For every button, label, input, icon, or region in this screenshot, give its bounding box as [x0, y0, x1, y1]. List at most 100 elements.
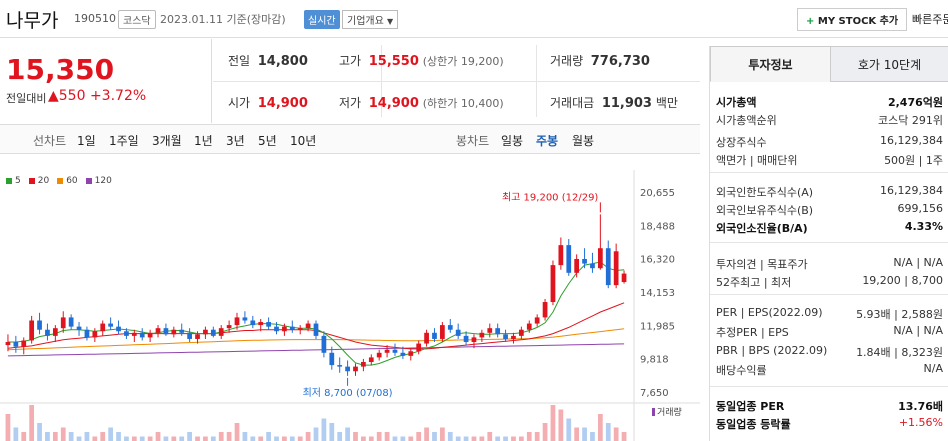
- my-stock-add-button[interactable]: + MY STOCK 추가: [797, 8, 908, 31]
- tab-orderbook[interactable]: 호가 10단계: [830, 46, 948, 82]
- candle-chart-label: 봉차트: [456, 134, 490, 148]
- volume-bar: [234, 423, 240, 441]
- price-summary: 15,350 전일대비 ▲550 +3.72%: [0, 39, 212, 123]
- stock-header: 나무가 190510 코스닥 2023.01.11 기준(장마감) 실시간 기업…: [0, 0, 948, 38]
- volume-bar: [495, 436, 501, 441]
- volume-bar: [368, 436, 374, 441]
- period-monthly[interactable]: 월봉: [572, 132, 594, 149]
- period-10y[interactable]: 10년: [290, 132, 316, 149]
- company-info-label: 기업개요: [347, 16, 384, 27]
- quick-order-link[interactable]: 빠른주문: [912, 11, 948, 27]
- candle-body: [424, 332, 429, 344]
- period-1w[interactable]: 1주일: [109, 132, 139, 149]
- info-tabs: 투자정보 호가 10단계: [710, 46, 948, 82]
- info-row: 외국인보유주식수(B) 699,156: [710, 200, 948, 218]
- candle-body: [408, 351, 414, 356]
- period-1d[interactable]: 1일: [77, 132, 96, 149]
- candle-body: [131, 332, 137, 336]
- volume-bar: [582, 427, 587, 441]
- volume-bar: [455, 436, 461, 441]
- candle-body: [566, 245, 572, 273]
- volume-bar: [147, 436, 153, 441]
- candle-body: [574, 258, 580, 273]
- info-row-label: 동일업종 PER: [716, 400, 785, 413]
- info-row-value: N/A | N/A: [893, 324, 943, 337]
- period-1y[interactable]: 1년: [194, 132, 213, 149]
- candle-body: [621, 273, 627, 283]
- tab-investment-info[interactable]: 투자정보: [710, 46, 831, 82]
- candle-body: [226, 325, 232, 329]
- candle-body: [353, 366, 358, 372]
- open-value: 14,900: [257, 96, 308, 111]
- volume-bar: [542, 423, 548, 441]
- info-row-value: 코스닥 291위: [878, 114, 943, 127]
- candle-body: [68, 317, 74, 327]
- date-text: 2023.01.11 기준(장마감): [160, 13, 286, 26]
- low-price: 저가 14,900 (하한가 10,400): [339, 94, 504, 111]
- volume-bar: [68, 432, 74, 441]
- period-daily[interactable]: 일봉: [501, 132, 523, 149]
- period-5y[interactable]: 5년: [258, 132, 277, 149]
- plus-icon: +: [806, 16, 815, 27]
- line-chart-label: 선차트: [33, 134, 67, 148]
- volume-bar: [534, 432, 540, 441]
- info-row: 시가총액순위 코스닥 291위: [710, 110, 948, 128]
- candle-body: [187, 332, 192, 339]
- candle-body: [471, 337, 477, 343]
- volume-bar: [92, 436, 98, 441]
- period-weekly[interactable]: 주봉: [536, 132, 558, 149]
- low-value: 14,900: [368, 96, 419, 111]
- candle-body: [368, 357, 374, 363]
- volume-bar: [116, 432, 121, 441]
- candle-body: [416, 343, 422, 352]
- candle-body: [266, 322, 271, 327]
- info-row-label: 추정PER | EPS: [716, 326, 789, 339]
- y-tick-label: 20,655: [640, 188, 675, 199]
- info-row: 동일업종 등락률 +1.56%: [710, 414, 948, 432]
- volume-bar: [574, 427, 580, 441]
- volume-bar: [511, 436, 516, 441]
- volume-value: 776,730: [590, 54, 650, 69]
- candle-body: [274, 326, 279, 332]
- candle-body: [84, 329, 90, 338]
- candle-body: [179, 329, 185, 333]
- volume-bar: [100, 432, 106, 441]
- candle-body: [542, 302, 548, 318]
- volume-bar: [329, 423, 335, 441]
- volume-bar: [163, 436, 169, 441]
- candle-body: [590, 263, 595, 269]
- volume-bar: [5, 414, 11, 441]
- volume-bar: [210, 436, 216, 441]
- candle-body: [250, 320, 256, 326]
- amount-label: 거래대금: [550, 96, 595, 110]
- info-row: 액면가 | 매매단위 500원 | 1주: [710, 150, 948, 168]
- volume-bar: [179, 436, 185, 441]
- volume-bar: [605, 423, 611, 441]
- info-row-label: 시가총액순위: [716, 114, 777, 127]
- volume-bar: [139, 436, 145, 441]
- candle-body: [432, 332, 437, 339]
- prev-value: 14,800: [257, 54, 308, 69]
- candle-body: [376, 352, 382, 358]
- market-badge: 코스닥: [118, 10, 156, 29]
- volume-bar: [424, 427, 429, 441]
- candle-body: [495, 328, 501, 335]
- period-3m[interactable]: 3개월: [152, 132, 182, 149]
- my-stock-label: MY STOCK 추가: [817, 16, 899, 27]
- change-percent: +3.72%: [89, 88, 147, 104]
- volume-bar: [590, 432, 595, 441]
- realtime-button[interactable]: 실시간: [304, 10, 340, 29]
- candle-body: [440, 325, 445, 339]
- chevron-down-icon: ▼: [387, 17, 394, 26]
- lower-limit: (하한가 10,400): [422, 97, 504, 110]
- high-value: 15,550: [368, 54, 419, 69]
- volume-bar: [131, 436, 137, 441]
- volume-bar: [171, 436, 177, 441]
- info-row-value: N/A | N/A: [893, 256, 943, 269]
- candle-body: [503, 334, 508, 339]
- period-3y[interactable]: 3년: [226, 132, 245, 149]
- volume-bar: [45, 432, 50, 441]
- company-info-dropdown[interactable]: 기업개요 ▼: [342, 10, 399, 29]
- volume-bar: [76, 436, 82, 441]
- candle-body: [487, 328, 493, 333]
